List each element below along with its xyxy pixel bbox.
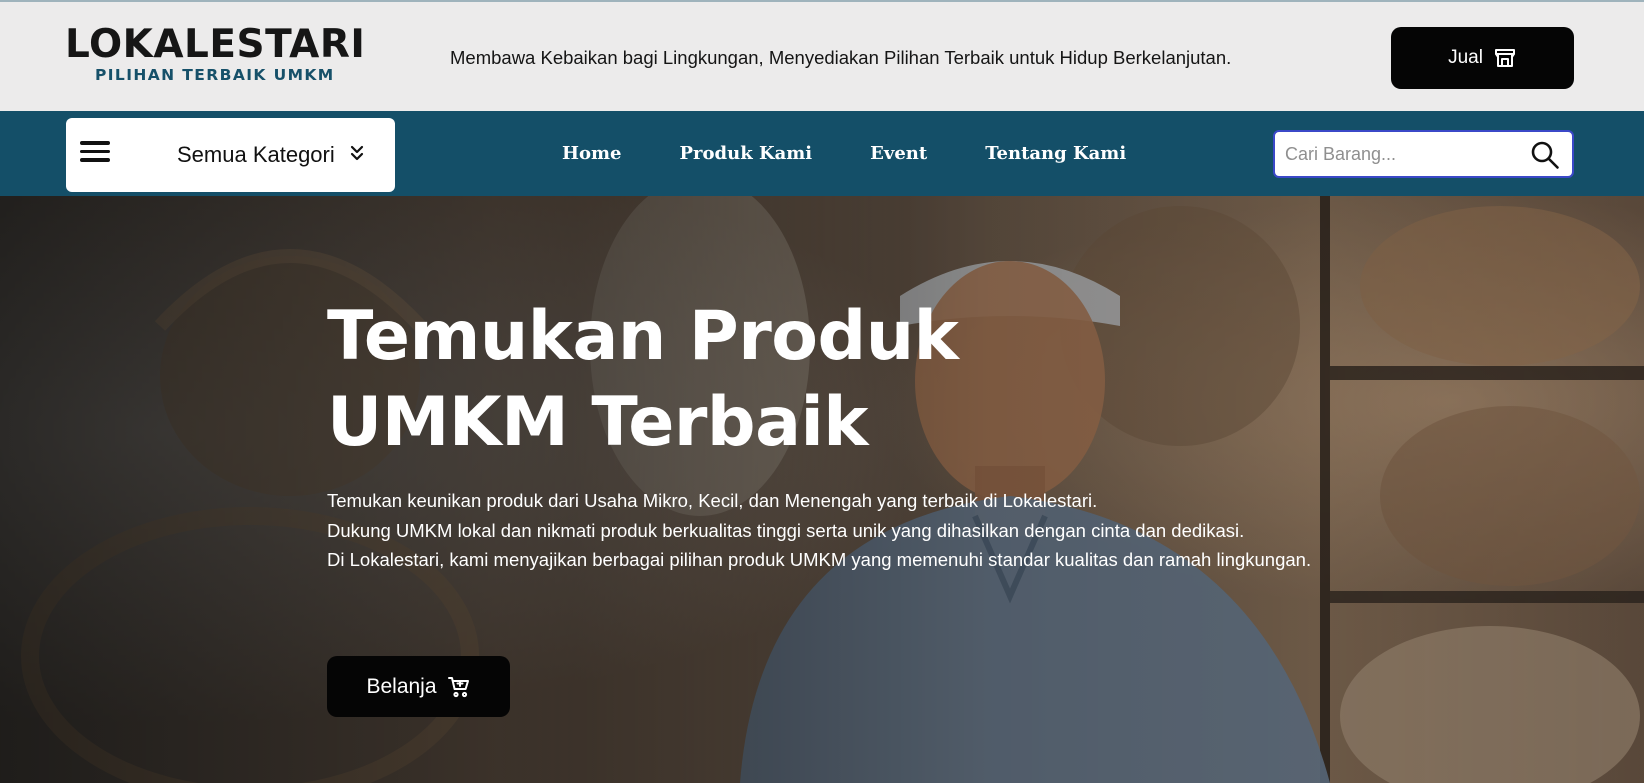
nav-links: Home Produk Kami Event Tentang Kami	[562, 111, 1184, 196]
shop-button[interactable]: Belanja	[327, 656, 510, 717]
nav-link-event[interactable]: Event	[870, 143, 927, 164]
nav-link-tentang-kami[interactable]: Tentang Kami	[985, 143, 1126, 164]
search-input[interactable]	[1285, 141, 1525, 167]
logo-title: LOKALESTARI	[65, 22, 366, 67]
hero-title-line-2: UMKM Terbaik	[327, 383, 869, 462]
logo-subtitle: PILIHAN TERBAIK UMKM	[95, 66, 335, 84]
hero-description: Temukan keunikan produk dari Usaha Mikro…	[327, 486, 1317, 575]
nav-link-home[interactable]: Home	[562, 143, 622, 164]
store-icon	[1494, 49, 1515, 67]
sell-button-label: Jual	[1448, 47, 1483, 68]
category-dropdown[interactable]: Semua Kategori	[66, 118, 395, 192]
shopping-cart-icon	[447, 676, 469, 697]
shop-button-label: Belanja	[366, 674, 437, 698]
sell-button[interactable]: Jual	[1391, 27, 1574, 89]
hero-paragraph: Di Lokalestari, kami menyajikan berbagai…	[327, 549, 1312, 570]
hero-paragraph: Temukan keunikan produk dari Usaha Mikro…	[327, 490, 1098, 511]
top-header: LOKALESTARI PILIHAN TERBAIK UMKM Membawa…	[0, 0, 1644, 111]
hero-title-line-1: Temukan Produk	[327, 297, 959, 376]
category-dropdown-label: Semua Kategori	[177, 142, 335, 167]
main-navbar: Semua Kategori Home Produk Kami Event Te…	[0, 111, 1644, 196]
hero-title: Temukan Produk UMKM Terbaik	[327, 294, 1027, 466]
double-chevron-down-icon	[350, 145, 364, 161]
search-icon[interactable]	[1530, 140, 1560, 170]
header-tagline: Membawa Kebaikan bagi Lingkungan, Menyed…	[450, 47, 1232, 68]
hero-section: Temukan Produk UMKM Terbaik Temukan keun…	[0, 196, 1644, 783]
search-box	[1273, 130, 1574, 178]
nav-link-produk-kami[interactable]: Produk Kami	[680, 143, 813, 164]
hero-paragraph: Dukung UMKM lokal dan nikmati produk ber…	[327, 519, 1245, 541]
hamburger-menu-icon[interactable]	[80, 141, 110, 167]
brand-logo[interactable]: LOKALESTARI PILIHAN TERBAIK UMKM	[65, 22, 375, 85]
